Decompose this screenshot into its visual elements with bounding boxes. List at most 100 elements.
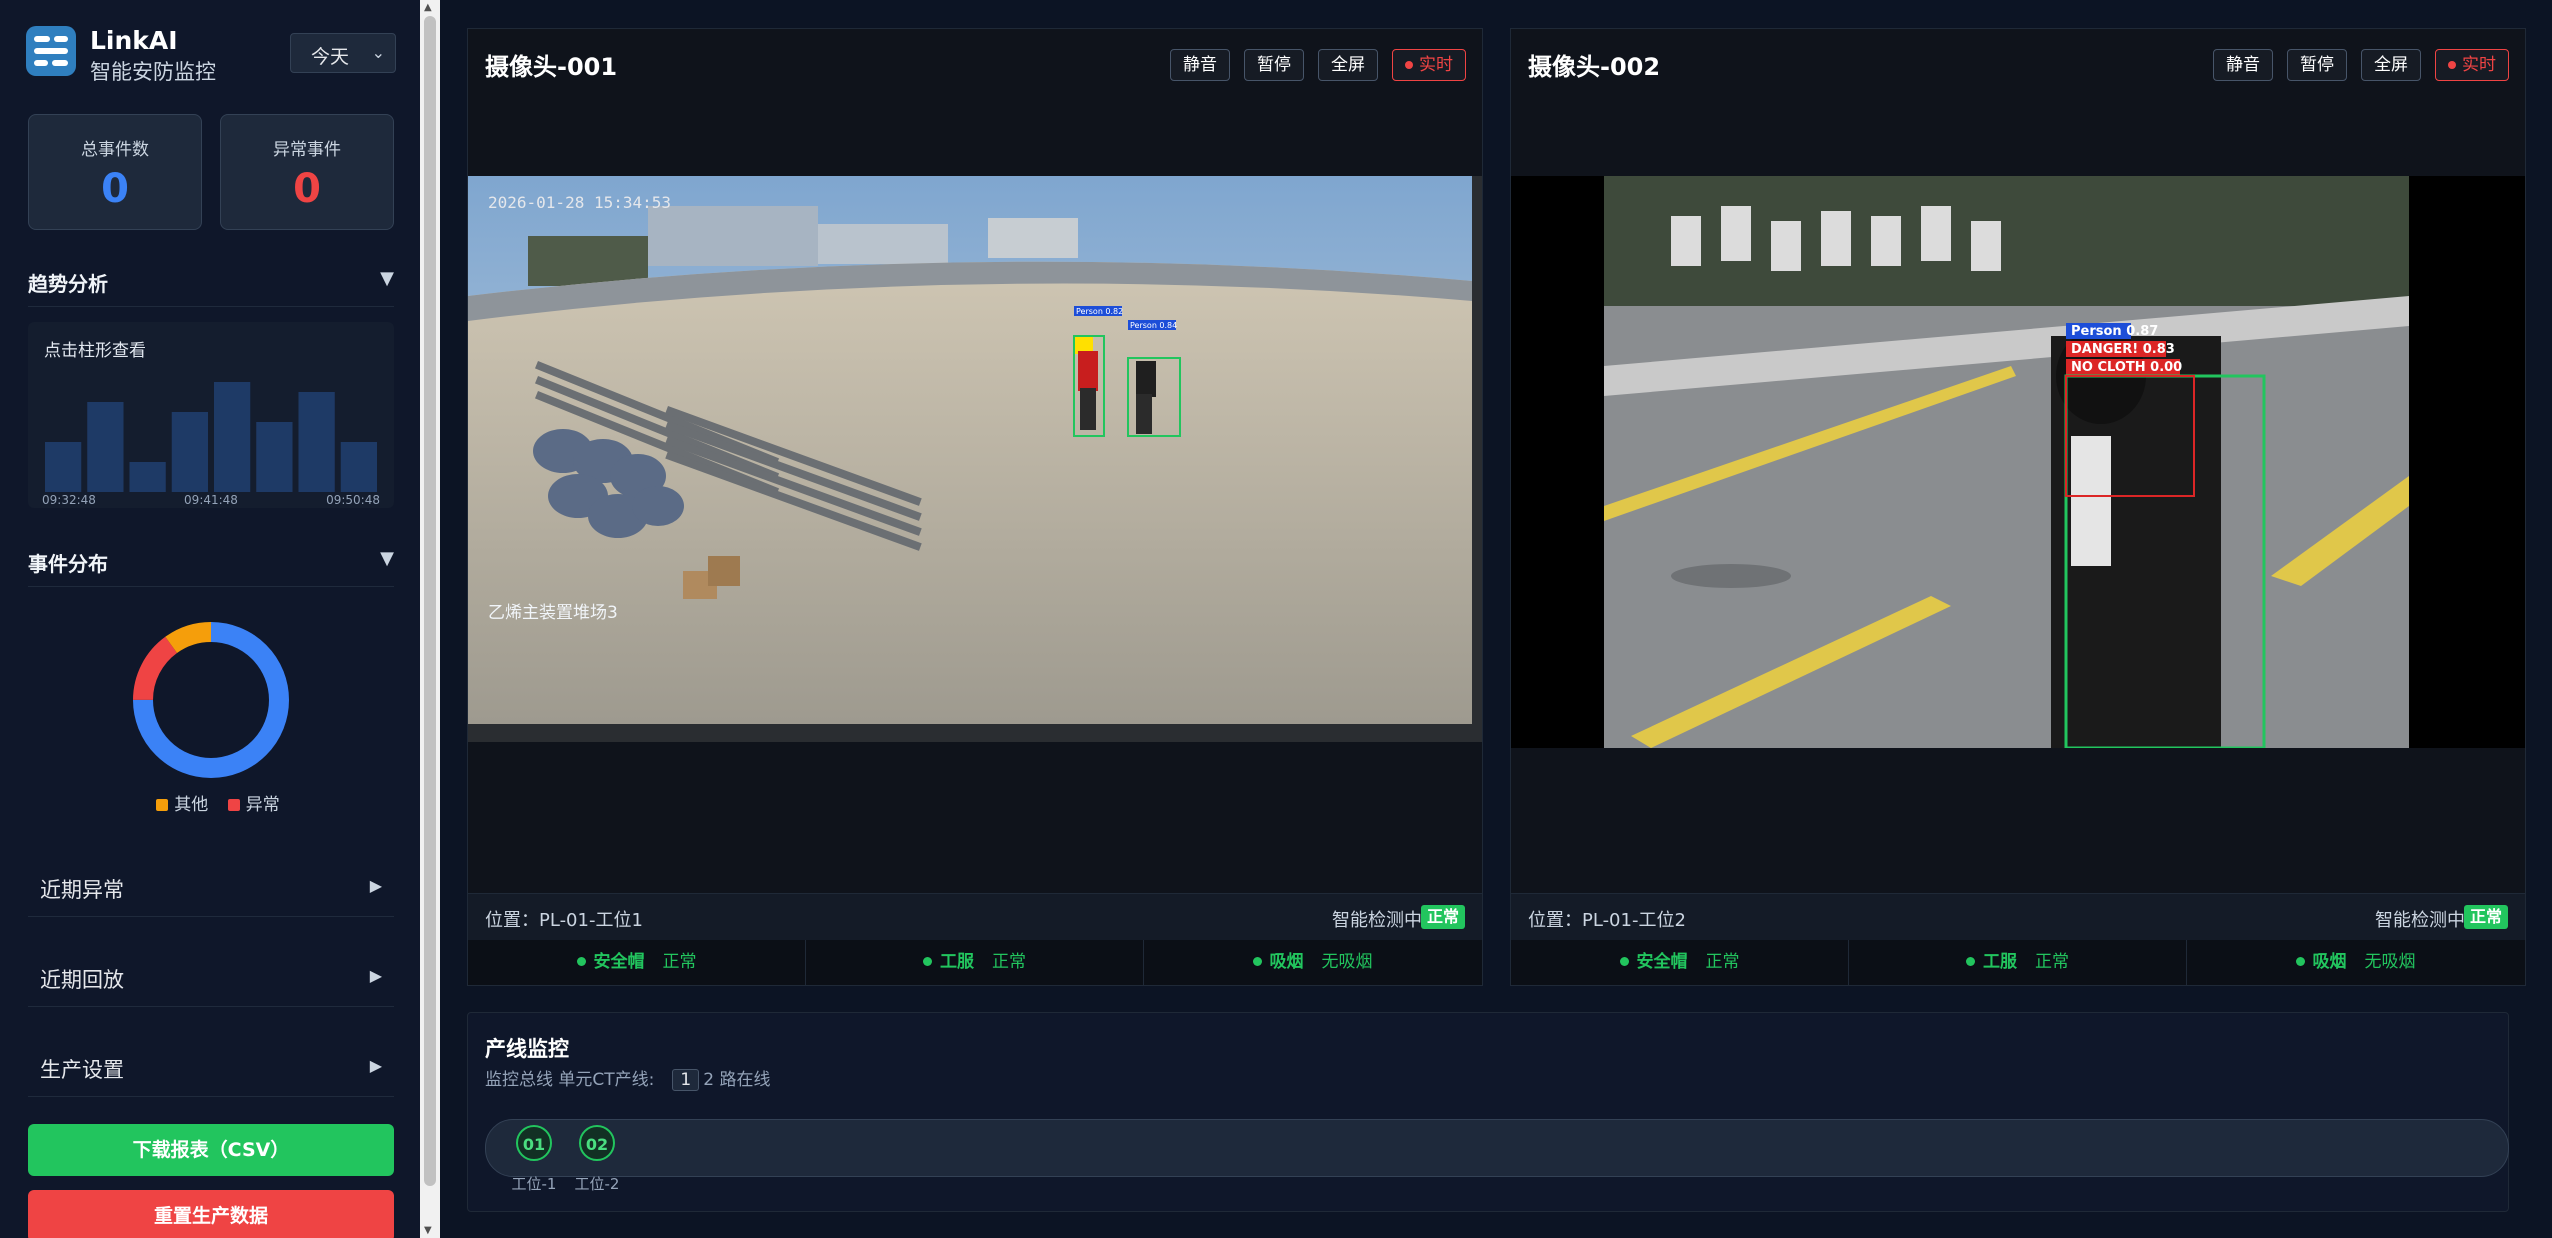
accordion-recent-abnormal[interactable]: 近期异常 ▶ <box>28 856 394 917</box>
fullscreen-button[interactable]: 全屏 <box>2361 49 2421 81</box>
trend-chart: 点击柱形查看 09:32:48 09:41:48 09:50:48 <box>28 322 394 508</box>
camera-footer: 位置：PL-01-工位2 智能检测中 正常 <box>1511 893 2525 940</box>
trend-bar[interactable] <box>87 402 124 492</box>
live-label: 实时 <box>1419 55 1453 75</box>
accordion-label: 生产设置 <box>40 1058 124 1082</box>
camera-panel-1: 摄像头-001 静音 暂停 全屏 实时 2026-01-28 15:34:53 … <box>467 28 1483 986</box>
collapse-triangle-icon: ▼ <box>380 268 394 289</box>
production-line-title: 产线监控 <box>485 1037 569 1061</box>
check-uniform: 工服 正常 <box>806 940 1144 985</box>
date-range-select[interactable]: 今天 ⌄ <box>290 33 396 73</box>
status-badge: 正常 <box>2463 905 2508 929</box>
expand-triangle-icon: ▶ <box>369 1056 382 1075</box>
check-name: 吸烟 <box>1269 952 1304 972</box>
reset-production-data-button[interactable]: 重置生产数据 <box>28 1190 394 1238</box>
detection-status-text: 智能检测中 <box>2375 910 2465 931</box>
brand-name: LinkAI <box>90 26 178 55</box>
camera-2-scene: Person 0.87 DANGER! 0.83 NO CLOTH 0.00 <box>1511 176 2525 748</box>
expand-triangle-icon: ▶ <box>369 966 382 985</box>
trend-x-tick-label: 09:41:48 <box>184 493 238 507</box>
legend-label-other: 其他 <box>174 795 209 815</box>
check-value: 无吸烟 <box>2364 952 2416 972</box>
trend-bar-chart: 09:32:48 09:41:48 09:50:48 <box>42 382 380 507</box>
station-2[interactable]: 02 工位-2 <box>567 1125 627 1194</box>
trend-section-header[interactable]: 趋势分析 ▼ <box>28 264 394 298</box>
trend-bar[interactable] <box>256 422 293 492</box>
check-status-row: 安全帽 正常 工服 正常 吸烟 无吸烟 <box>468 940 1482 985</box>
sidebar-scrollbar[interactable]: ▲ ▼ <box>420 0 440 1238</box>
camera-location: 位置：PL-01-工位2 <box>1528 910 1686 931</box>
line-count-badge: 1 <box>672 1069 700 1091</box>
check-name: 安全帽 <box>593 952 645 972</box>
trend-bar[interactable] <box>45 442 82 492</box>
detection-label: NO CLOTH 0.00 <box>2071 360 2182 375</box>
fullscreen-button[interactable]: 全屏 <box>1318 49 1378 81</box>
trend-bar[interactable] <box>298 392 335 492</box>
abnormal-events-value: 0 <box>293 166 321 212</box>
production-line-subtitle: 监控总线 单元CT产线: 1 2 路在线 <box>485 1065 770 1091</box>
status-dot-icon <box>1619 957 1629 966</box>
scroll-down-arrow-icon[interactable]: ▼ <box>424 1225 432 1236</box>
live-button[interactable]: 实时 <box>2435 49 2509 81</box>
station-1[interactable]: 01 工位-1 <box>504 1125 564 1194</box>
pause-button[interactable]: 暂停 <box>1244 49 1304 81</box>
chevron-down-icon: ⌄ <box>371 43 385 62</box>
distribution-chart: 其他 异常 <box>28 600 394 830</box>
detection-status-text: 智能检测中 <box>1332 910 1422 931</box>
accordion-production-settings[interactable]: 生产设置 ▶ <box>28 1036 394 1097</box>
date-range-value: 今天 <box>311 46 350 68</box>
status-dot-icon <box>1966 957 1975 966</box>
distribution-section-header[interactable]: 事件分布 ▼ <box>28 544 394 578</box>
accordion-recent-playback[interactable]: 近期回放 ▶ <box>28 946 394 1007</box>
divider <box>28 306 394 307</box>
live-button[interactable]: 实时 <box>1392 49 1466 81</box>
trend-bar[interactable] <box>214 382 251 492</box>
mute-button[interactable]: 静音 <box>1170 49 1230 81</box>
check-smoking: 吸烟 无吸烟 <box>1144 940 1481 985</box>
pause-button[interactable]: 暂停 <box>2287 49 2347 81</box>
trend-bar[interactable] <box>171 412 208 492</box>
check-name: 工服 <box>1983 952 2017 972</box>
check-smoking: 吸烟 无吸烟 <box>2187 940 2524 985</box>
online-text: 2 路在线 <box>703 1070 771 1090</box>
check-name: 吸烟 <box>2312 952 2347 972</box>
station-name: 工位-1 <box>511 1175 557 1193</box>
sidebar: LinkAI 智能安防监控 今天 ⌄ 总事件数 0 异常事件 0 趋势分析 ▼ … <box>0 0 420 1238</box>
donut-legend: 其他 异常 <box>28 790 394 815</box>
check-helmet: 安全帽 正常 <box>1511 940 1849 985</box>
divider <box>28 586 394 587</box>
camera-video-feed[interactable]: 2026-01-28 15:34:53 乙烯主装置堆场3 Person 0.82… <box>468 176 1482 742</box>
status-dot-icon <box>1252 957 1262 966</box>
linkai-logo-icon <box>26 26 76 76</box>
check-name: 工服 <box>940 952 974 972</box>
legend-swatch <box>227 799 240 811</box>
distribution-section-title: 事件分布 <box>28 552 108 576</box>
station-name: 工位-2 <box>574 1175 620 1193</box>
accordion-label: 近期异常 <box>40 878 124 902</box>
abnormal-events-label: 异常事件 <box>273 140 341 160</box>
download-report-button[interactable]: 下载报表（CSV） <box>28 1124 394 1176</box>
camera-title: 摄像头-002 <box>1528 53 1661 81</box>
live-dot-icon <box>1405 61 1413 69</box>
trend-x-tick-label: 09:32:48 <box>42 493 96 507</box>
accordion-label: 近期回放 <box>40 968 124 992</box>
camera-controls: 静音 暂停 全屏 实时 <box>1156 49 1466 81</box>
trend-bar[interactable] <box>129 462 166 492</box>
trend-x-tick-label: 09:50:48 <box>326 493 380 507</box>
camera-panel-2: 摄像头-002 静音 暂停 全屏 实时 Person 0.87 DANGER! … <box>1510 28 2526 986</box>
legend-label-abnormal: 异常 <box>245 795 280 815</box>
status-dot-icon <box>2295 957 2305 966</box>
camera-video-feed[interactable]: Person 0.87 DANGER! 0.83 NO CLOTH 0.00 <box>1511 176 2525 748</box>
check-name: 安全帽 <box>1636 952 1688 972</box>
mute-button[interactable]: 静音 <box>2213 49 2273 81</box>
status-dot-icon <box>923 957 932 966</box>
check-value: 正常 <box>992 952 1026 972</box>
check-helmet: 安全帽 正常 <box>468 940 806 985</box>
check-uniform: 工服 正常 <box>1849 940 2187 985</box>
detection-label: Person 0.84 <box>1130 321 1177 330</box>
trend-bar[interactable] <box>340 442 377 492</box>
scroll-up-arrow-icon[interactable]: ▲ <box>424 2 432 13</box>
detection-label: Person 0.87 <box>2071 324 2158 339</box>
camera-footer: 位置：PL-01-工位1 智能检测中 正常 <box>468 893 1482 940</box>
scrollbar-thumb[interactable] <box>424 16 436 1186</box>
